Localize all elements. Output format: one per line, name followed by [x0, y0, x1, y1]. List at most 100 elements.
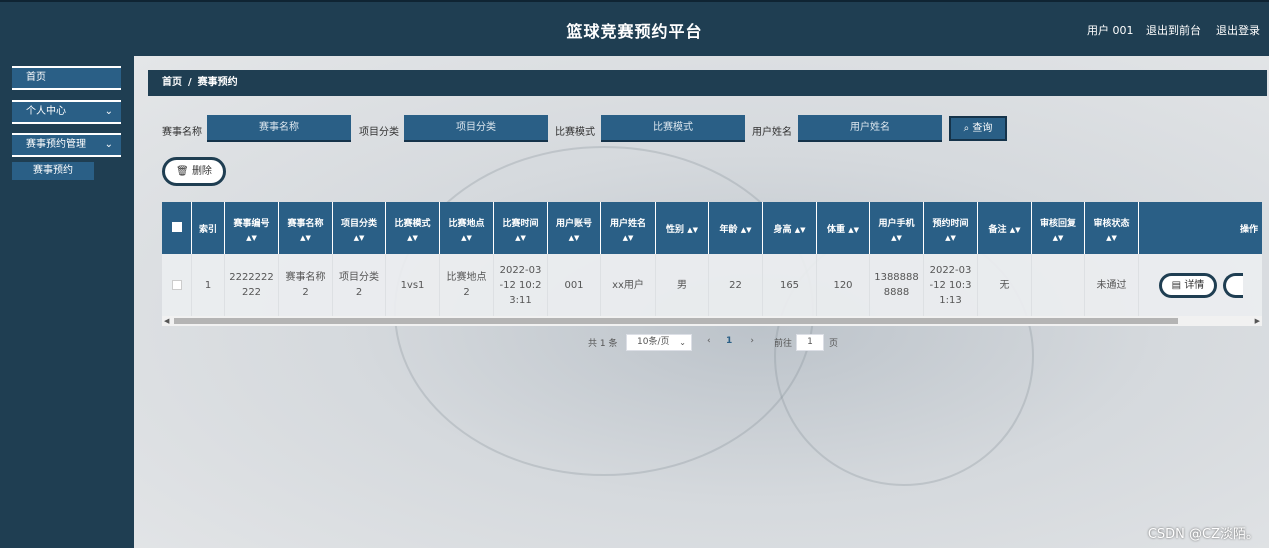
sort-icon[interactable]: ▲▼	[333, 234, 385, 242]
cell-event-no: 2222222222	[225, 254, 279, 316]
detail-button[interactable]: ▤ 详情	[1159, 272, 1217, 298]
scroll-right-icon[interactable]: ▶	[1255, 316, 1260, 326]
column-header-label: 赛事编号	[233, 219, 270, 229]
sort-icon[interactable]: ▲▼	[225, 234, 278, 242]
sort-icon[interactable]: ▲▼	[795, 226, 806, 234]
select-all-checkbox[interactable]	[171, 222, 182, 232]
watermark: CSDN @CZ淡陌。	[1147, 527, 1259, 542]
sort-icon[interactable]: ▲▼	[687, 226, 698, 234]
chevron-down-icon: ⌄	[104, 139, 113, 150]
goto-page-input[interactable]: 1	[796, 334, 824, 351]
pager: ‹ 1 ›	[703, 334, 758, 351]
row-checkbox[interactable]	[171, 280, 182, 290]
trash-icon: 🗑	[176, 166, 189, 177]
next-page-icon[interactable]: ›	[750, 334, 754, 349]
search-icon: ⌕	[963, 123, 970, 134]
goto-label: 前往	[774, 339, 793, 349]
horizontal-scrollbar[interactable]: ◀ ▶	[162, 316, 1262, 326]
scrollbar-thumb[interactable]	[174, 318, 1178, 324]
column-header-label: 审核状态	[1093, 219, 1130, 229]
sort-icon[interactable]: ▲▼	[601, 234, 655, 242]
event-name-input[interactable]	[207, 115, 351, 142]
sidebar: 首页 个人中心 ⌄ 赛事预约管理 ⌄ 赛事预约	[0, 56, 134, 548]
sidebar-item-booking-management[interactable]: 赛事预约管理 ⌄	[12, 133, 121, 157]
sort-icon[interactable]: ▲▼	[440, 234, 493, 242]
sort-icon[interactable]: ▲▼	[1010, 226, 1021, 234]
column-header[interactable]: 审核状态 ▲▼	[1085, 202, 1139, 254]
sort-icon[interactable]: ▲▼	[870, 234, 923, 242]
column-header[interactable]: 性别 ▲▼	[656, 202, 709, 254]
column-header[interactable]: 审核回复 ▲▼	[1032, 202, 1085, 254]
column-header[interactable]: 比赛时间 ▲▼	[494, 202, 548, 254]
cell-mode: 1vs1	[386, 254, 440, 316]
cell-event-name: 赛事名称2	[279, 254, 333, 316]
next-action-button[interactable]	[1223, 272, 1243, 298]
cell-phone: 13888888888	[870, 254, 924, 316]
mode-input[interactable]	[601, 115, 745, 142]
column-header[interactable]: 比赛地点 ▲▼	[440, 202, 494, 254]
column-header-label: 身高	[773, 225, 792, 235]
current-user: 用户 001	[1087, 24, 1134, 37]
sort-icon[interactable]: ▲▼	[279, 234, 332, 242]
table-header: 索引 赛事编号 ▲▼ 赛事名称 ▲▼ 项目分类 ▲▼ 比赛模式 ▲▼ 比赛地点 ▲▼ 比赛…	[162, 202, 1262, 254]
column-header-label: 用户姓名	[609, 219, 646, 229]
user-name-label: 用户姓名	[752, 127, 792, 138]
column-header-label: 审核回复	[1039, 219, 1076, 229]
column-header[interactable]: 项目分类 ▲▼	[333, 202, 386, 254]
column-header: 操作	[1139, 202, 1262, 254]
cell-height: 165	[763, 254, 817, 316]
column-header-label: 年龄	[719, 225, 738, 235]
total-count: 共 1 条	[588, 339, 618, 349]
sort-icon[interactable]: ▲▼	[848, 226, 859, 234]
column-header[interactable]: 身高 ▲▼	[763, 202, 817, 254]
breadcrumb-home[interactable]: 首页	[162, 77, 182, 88]
cell-reply	[1032, 254, 1085, 316]
logout-link[interactable]: 退出登录	[1216, 22, 1260, 38]
sort-icon[interactable]: ▲▼	[548, 234, 600, 242]
sort-icon[interactable]: ▲▼	[924, 234, 977, 242]
delete-button[interactable]: 🗑 删除	[162, 157, 226, 186]
detail-button-label: 详情	[1184, 279, 1205, 291]
sidebar-item-label: 首页	[26, 72, 46, 83]
cell-location: 比赛地点2	[440, 254, 494, 316]
category-input[interactable]	[404, 115, 548, 142]
sidebar-item-label: 个人中心	[26, 106, 66, 117]
sort-icon[interactable]: ▲▼	[494, 234, 547, 242]
sort-icon[interactable]: ▲▼	[1085, 234, 1138, 242]
event-name-label: 赛事名称	[162, 127, 202, 138]
cell-booking-time: 2022-03-12 10:31:13	[924, 254, 978, 316]
sort-icon[interactable]: ▲▼	[1032, 234, 1084, 242]
column-header[interactable]: 用户账号 ▲▼	[548, 202, 601, 254]
scroll-left-icon[interactable]: ◀	[164, 316, 169, 326]
column-header-label: 体重	[827, 225, 846, 235]
column-header[interactable]: 用户姓名 ▲▼	[601, 202, 656, 254]
prev-page-icon[interactable]: ‹	[707, 334, 711, 349]
document-icon: ▤	[1171, 279, 1182, 291]
sidebar-item-personal-center[interactable]: 个人中心 ⌄	[12, 100, 121, 124]
chevron-down-icon: ⌄	[679, 338, 686, 347]
column-header[interactable]: 备注 ▲▼	[978, 202, 1032, 254]
column-header[interactable]: 预约时间 ▲▼	[924, 202, 978, 254]
query-button[interactable]: ⌕ 查询	[949, 116, 1007, 141]
column-header[interactable]: 用户手机 ▲▼	[870, 202, 924, 254]
column-header[interactable]: 年龄 ▲▼	[709, 202, 763, 254]
column-header[interactable]: 赛事编号 ▲▼	[225, 202, 279, 254]
column-header[interactable]: 赛事名称 ▲▼	[279, 202, 333, 254]
row-checkbox-cell	[162, 254, 192, 316]
column-header-label: 比赛地点	[448, 219, 485, 229]
cell-user-name: xx用户	[601, 254, 656, 316]
column-header-label: 比赛模式	[394, 219, 431, 229]
current-page[interactable]: 1	[726, 334, 732, 349]
back-to-front-link[interactable]: 退出到前台	[1146, 22, 1201, 38]
sort-icon[interactable]: ▲▼	[741, 226, 752, 234]
sort-icon[interactable]: ▲▼	[386, 234, 439, 242]
select-all-cell	[162, 202, 192, 254]
user-name-input[interactable]	[798, 115, 942, 142]
page-size-select[interactable]: 10条/页 ⌄	[626, 334, 692, 351]
column-header-label: 备注	[988, 225, 1007, 235]
sidebar-subitem-booking[interactable]: 赛事预约	[12, 162, 94, 180]
column-header[interactable]: 体重 ▲▼	[817, 202, 870, 254]
breadcrumb: 首页 / 赛事预约	[148, 70, 1267, 96]
sidebar-item-home[interactable]: 首页	[12, 66, 121, 90]
column-header[interactable]: 比赛模式 ▲▼	[386, 202, 440, 254]
